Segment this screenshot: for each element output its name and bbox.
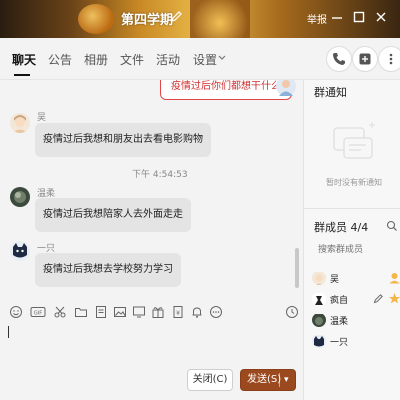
owner-badge-icon xyxy=(389,273,400,284)
search-icon[interactable] xyxy=(386,220,398,232)
tab-chat[interactable]: 聊天 xyxy=(12,51,36,68)
chat-scrollbar[interactable] xyxy=(295,248,299,288)
member-name: 吴 xyxy=(330,275,340,285)
more-icon[interactable] xyxy=(209,305,223,319)
avatar[interactable] xyxy=(10,187,30,207)
message-bubble[interactable]: 疫情过后我想去学校努力学习 xyxy=(35,253,181,287)
text-cursor xyxy=(8,326,9,338)
empty-notice-illustration-icon xyxy=(333,122,375,159)
tab-album[interactable]: 相册 xyxy=(84,51,108,68)
member-search-input[interactable] xyxy=(314,240,394,260)
send-options-chevron-icon[interactable]: ▾ xyxy=(284,370,289,390)
scissors-icon[interactable] xyxy=(53,305,67,319)
composer-toolbar: GIF ¥ xyxy=(0,300,303,324)
gif-icon[interactable]: GIF xyxy=(30,305,46,319)
avatar[interactable] xyxy=(312,271,326,285)
red-packet-icon[interactable]: ¥ xyxy=(171,305,185,319)
tab-activities[interactable]: 活动 xyxy=(156,51,180,68)
member-row[interactable]: 一只 xyxy=(312,332,400,352)
tab-bar: 聊天 公告 相册 文件 活动 设置 xyxy=(0,38,400,80)
screen-share-icon[interactable] xyxy=(132,305,146,319)
tab-settings[interactable]: 设置 xyxy=(193,51,217,68)
phone-icon xyxy=(333,53,345,65)
message-sender: 吴 xyxy=(37,113,47,123)
svg-text:GIF: GIF xyxy=(34,311,42,317)
tab-announcement[interactable]: 公告 xyxy=(48,51,72,68)
image-icon[interactable] xyxy=(113,305,127,319)
send-button[interactable]: 发送(S) ▾ xyxy=(240,369,296,391)
active-tab-indicator xyxy=(14,74,30,76)
title-bar: 第四学期 举报 xyxy=(0,0,400,38)
member-row[interactable]: 温柔 xyxy=(312,311,400,331)
add-box-icon xyxy=(359,53,371,65)
svg-text:¥: ¥ xyxy=(176,310,180,317)
minimize-icon[interactable] xyxy=(330,10,344,24)
group-side-panel: 群通知 暂时没有新通知 群成员 4/4 吴 疯自 温柔 一只 xyxy=(303,80,400,400)
member-name: 一只 xyxy=(330,338,349,348)
members-title: 群成员 4/4 xyxy=(314,221,369,234)
admin-badge-icon xyxy=(389,293,400,304)
close-button[interactable]: 关闭(C) xyxy=(187,369,233,391)
message-bubble-own[interactable]: 疫情过后你们都想干什么 xyxy=(160,80,292,100)
send-button-divider xyxy=(279,373,280,387)
maximize-icon[interactable] xyxy=(352,10,366,24)
more-dots-icon xyxy=(389,53,393,65)
more-options-button[interactable] xyxy=(378,46,400,72)
report-button[interactable]: 举报 xyxy=(307,11,327,26)
close-window-icon[interactable] xyxy=(374,10,388,24)
edit-title-icon[interactable] xyxy=(170,10,182,24)
member-name: 疯自 xyxy=(330,296,349,306)
notice-empty-text: 暂时没有新通知 xyxy=(326,178,382,187)
avatar[interactable] xyxy=(276,80,296,96)
tab-files[interactable]: 文件 xyxy=(120,51,144,68)
chat-messages[interactable]: 疫情过后你们都想干什么 吴 疫情过后我想和朋友出去看电影购物 下午 4:54:5… xyxy=(0,80,303,295)
group-banner-art xyxy=(78,4,114,34)
message-bubble[interactable]: 疫情过后我想陪家人去外面走走 xyxy=(35,198,191,232)
edit-icon[interactable] xyxy=(373,293,384,304)
member-row[interactable]: 吴 xyxy=(312,269,400,289)
group-banner-art-2 xyxy=(190,0,250,38)
avatar[interactable] xyxy=(312,334,326,348)
document-icon[interactable] xyxy=(94,305,108,319)
bell-icon[interactable] xyxy=(190,305,204,319)
avatar[interactable] xyxy=(312,313,326,327)
avatar[interactable] xyxy=(312,292,326,306)
message-timestamp: 下午 4:54:53 xyxy=(132,170,188,180)
history-clock-icon[interactable] xyxy=(285,305,299,319)
gift-icon[interactable] xyxy=(151,305,165,319)
panel-divider xyxy=(304,208,400,209)
avatar[interactable] xyxy=(10,241,30,261)
message-bubble[interactable]: 疫情过后我想和朋友出去看电影购物 xyxy=(35,123,211,157)
send-button-label: 发送(S) xyxy=(247,374,282,385)
add-app-button[interactable] xyxy=(352,46,378,72)
emoji-icon[interactable] xyxy=(9,305,23,319)
chevron-down-icon[interactable] xyxy=(218,55,226,61)
voice-call-button[interactable] xyxy=(326,46,352,72)
member-row[interactable]: 疯自 xyxy=(312,290,400,310)
folder-icon[interactable] xyxy=(74,305,88,319)
avatar[interactable] xyxy=(10,113,30,133)
group-title[interactable]: 第四学期 xyxy=(121,9,173,28)
member-name: 温柔 xyxy=(330,317,349,327)
notice-title: 群通知 xyxy=(314,86,347,99)
